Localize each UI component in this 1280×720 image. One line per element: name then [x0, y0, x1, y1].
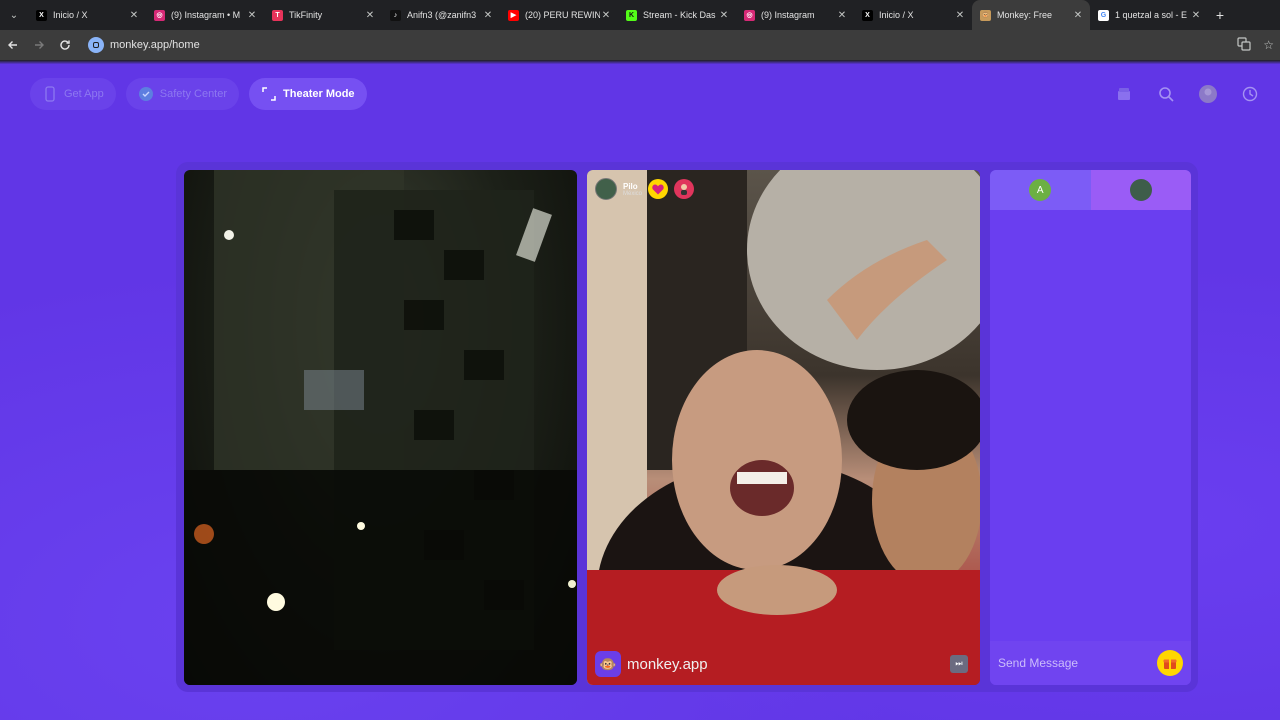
browser-tab[interactable]: ▶ (20) PERU REWIN ✕	[500, 0, 618, 30]
translate-icon[interactable]	[1237, 36, 1251, 54]
reload-icon	[60, 40, 70, 50]
theater-mode-button[interactable]: Theater Mode	[249, 78, 367, 110]
bookmark-star-icon[interactable]: ☆	[1263, 38, 1274, 52]
header-actions	[1114, 84, 1260, 104]
shield-check-icon	[138, 86, 154, 102]
monkey-app-page: Get App Safety Center Theater Mode Pilo …	[0, 64, 1280, 720]
browser-tab[interactable]: 🐵 Monkey: Free ✕	[972, 0, 1090, 30]
theater-mode-label: Theater Mode	[283, 88, 355, 100]
history-clock-icon[interactable]	[1240, 84, 1260, 104]
x-logo-icon: X	[862, 9, 873, 21]
safety-center-button[interactable]: Safety Center	[125, 78, 240, 110]
close-tab-icon[interactable]: ✕	[246, 10, 258, 21]
back-button[interactable]	[0, 30, 26, 60]
site-info-icon[interactable]	[88, 37, 104, 53]
send-message-input[interactable]: Send Message	[998, 656, 1157, 670]
tab-title: Monkey: Free	[997, 10, 1053, 20]
tab-title: Inicio / X	[53, 10, 88, 20]
tab-search-chevron-icon[interactable]: ⌄	[0, 0, 28, 30]
arrow-right-icon	[35, 41, 44, 49]
chat-panel: A Send Message	[990, 170, 1191, 685]
monkey-watermark: 🐵 monkey.app	[595, 651, 708, 677]
browser-tab[interactable]: G 1 quetzal a sol - E ✕	[1090, 0, 1208, 30]
partner-meta: Pilo México	[623, 182, 642, 197]
tab-title: (9) Instagram • M	[171, 10, 241, 20]
browser-tab[interactable]: ◎ (9) Instagram ✕	[736, 0, 854, 30]
monkey-logo-icon: 🐵	[595, 651, 621, 677]
tiktok-icon: ♪	[390, 9, 401, 21]
instagram-icon: ◎	[154, 9, 165, 21]
tab-strip: X Inicio / X ✕ ◎ (9) Instagram • M ✕ T TikFinit…	[28, 0, 1208, 30]
reload-button[interactable]	[52, 30, 78, 60]
profile-avatar[interactable]	[1198, 84, 1218, 104]
arrow-left-icon	[8, 41, 17, 49]
monkey-icon: 🐵	[980, 9, 991, 21]
browser-tab[interactable]: X Inicio / X ✕	[28, 0, 146, 30]
browser-toolbar: monkey.app/home ☆	[0, 30, 1280, 60]
close-tab-icon[interactable]: ✕	[954, 10, 966, 21]
youtube-icon: ▶	[508, 9, 519, 21]
get-app-label: Get App	[64, 88, 104, 100]
chat-header: A	[990, 170, 1191, 210]
phone-icon	[42, 86, 58, 102]
chat-tab-self[interactable]: A	[990, 170, 1091, 210]
close-tab-icon[interactable]: ✕	[600, 10, 612, 21]
tab-title: (9) Instagram	[761, 10, 815, 20]
browser-tab[interactable]: K Stream - Kick Das ✕	[618, 0, 736, 30]
gift-icon[interactable]	[1157, 650, 1183, 676]
shop-icon[interactable]	[1114, 84, 1134, 104]
kick-icon: K	[626, 9, 637, 21]
chat-tab-partner[interactable]	[1090, 170, 1191, 210]
search-icon[interactable]	[1156, 84, 1176, 104]
x-logo-icon: X	[36, 9, 47, 21]
partner-country: México	[623, 190, 643, 197]
partner-chat-avatar	[1129, 179, 1152, 201]
url-text: monkey.app/home	[110, 39, 200, 51]
close-tab-icon[interactable]: ✕	[718, 10, 730, 21]
message-composer: Send Message	[990, 641, 1191, 685]
partner-avatar	[595, 178, 617, 200]
browser-tab-bar: ⌄ X Inicio / X ✕ ◎ (9) Instagram • M ✕ T TikFin…	[0, 0, 1280, 30]
browser-tab[interactable]: X Inicio / X ✕	[854, 0, 972, 30]
partner-video-feed: Pilo México 🐵 monkey.app ⏭	[587, 170, 980, 685]
toolbar-actions: ☆	[1237, 30, 1274, 60]
browser-tab[interactable]: ◎ (9) Instagram • M ✕	[146, 0, 264, 30]
instagram-icon: ◎	[744, 9, 755, 21]
close-tab-icon[interactable]: ✕	[128, 10, 140, 21]
browser-tab[interactable]: T TikFinity ✕	[264, 0, 382, 30]
new-tab-button[interactable]: +	[1208, 7, 1232, 23]
address-bar[interactable]: monkey.app/home	[88, 37, 200, 53]
close-tab-icon[interactable]: ✕	[836, 10, 848, 21]
video-chat-stage: Pilo México 🐵 monkey.app ⏭ A Send Messag…	[176, 162, 1198, 692]
safety-center-label: Safety Center	[159, 88, 228, 100]
night-building-scene	[184, 170, 577, 685]
partner-name: Pilo	[623, 181, 638, 191]
tikfinity-icon: T	[272, 9, 283, 21]
tab-title: 1 quetzal a sol - E	[1115, 10, 1188, 20]
heart-badge-icon[interactable]	[648, 179, 669, 199]
close-tab-icon[interactable]: ✕	[1072, 10, 1084, 21]
tab-title: TikFinity	[289, 10, 323, 20]
watermark-text: monkey.app	[627, 655, 708, 673]
close-tab-icon[interactable]: ✕	[364, 10, 376, 21]
google-icon: G	[1098, 9, 1109, 21]
tab-title: Inicio / X	[879, 10, 914, 20]
top-navigation: Get App Safety Center Theater Mode	[30, 78, 367, 110]
monkey-badge-icon[interactable]	[674, 179, 695, 199]
get-app-button[interactable]: Get App	[30, 78, 116, 110]
tab-title: Anifn3 (@zanifn3	[407, 10, 477, 20]
forward-button[interactable]	[26, 30, 52, 60]
tab-title: (20) PERU REWIN	[525, 10, 600, 20]
tab-title: Stream - Kick Das	[643, 10, 716, 20]
close-tab-icon[interactable]: ✕	[482, 10, 494, 21]
browser-tab[interactable]: ♪ Anifn3 (@zanifn3 ✕	[382, 0, 500, 30]
close-tab-icon[interactable]: ✕	[1190, 10, 1202, 21]
partner-info[interactable]: Pilo México	[595, 178, 695, 200]
expand-icon	[261, 86, 277, 102]
self-avatar: A	[1029, 179, 1052, 201]
skip-forward-icon[interactable]: ⏭	[950, 655, 968, 673]
partner-camera-scene	[587, 170, 980, 685]
self-video-feed	[184, 170, 577, 685]
